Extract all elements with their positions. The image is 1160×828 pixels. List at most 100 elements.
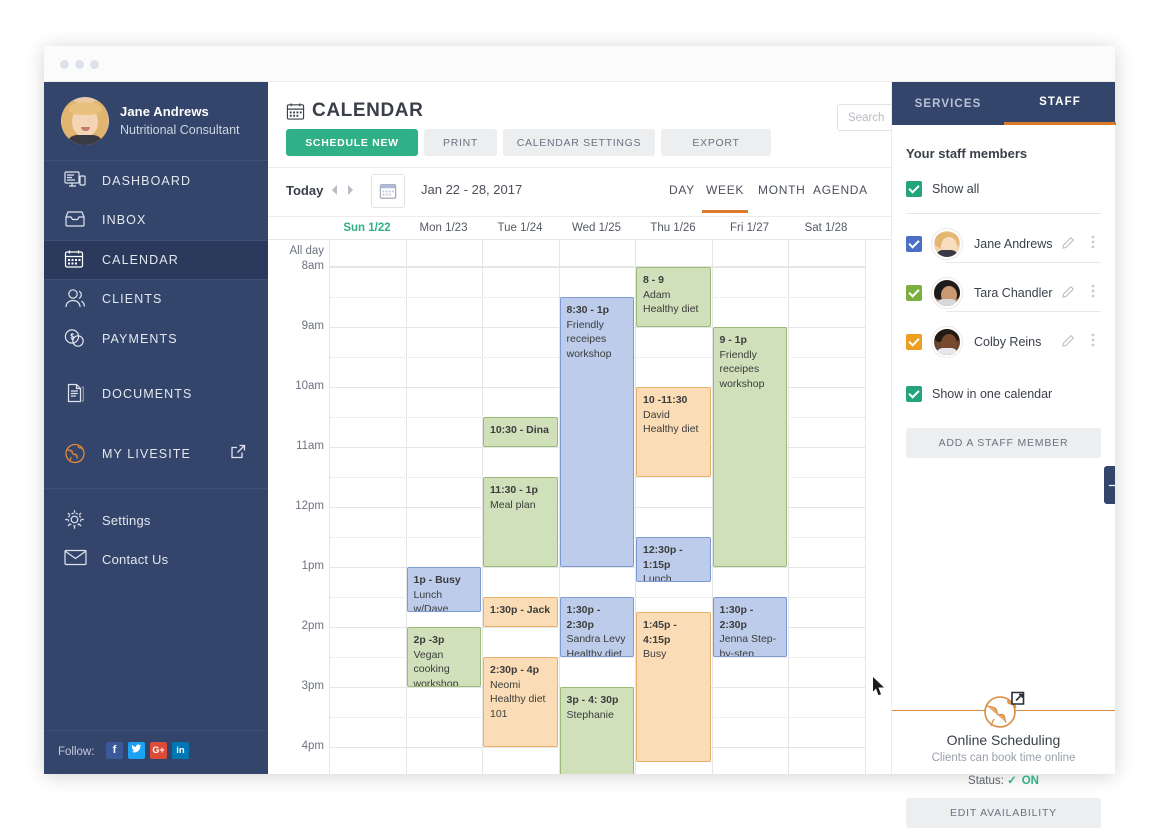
calendar-event[interactable]: 10:30 - Dina — [483, 417, 558, 447]
calendar-icon — [286, 102, 305, 126]
event-time: 8:30 - 1p — [566, 304, 610, 316]
calendar-event[interactable]: 10 -11:30 David Healthy diet — [636, 387, 711, 477]
view-tab-week[interactable]: WEEK — [701, 183, 749, 213]
time-label-3: 11am — [296, 440, 324, 452]
show-all-checkbox[interactable] — [906, 181, 922, 197]
staff-checkbox[interactable] — [906, 236, 922, 252]
today-button[interactable]: Today — [286, 183, 323, 198]
more-vertical-icon[interactable] — [1091, 234, 1095, 255]
pencil-icon[interactable] — [1062, 334, 1075, 352]
window-maximize-dot[interactable] — [90, 60, 99, 69]
payments-icon — [64, 328, 88, 350]
day-header-0[interactable]: Sun 1/22 — [329, 222, 405, 234]
left-sidebar: Jane Andrews Nutritional Consultant DASH… — [44, 82, 268, 774]
globe-icon — [64, 443, 88, 465]
event-title: Friendly receipes workshop — [719, 348, 765, 390]
show-one-calendar-row[interactable]: Show in one calendar — [906, 382, 1101, 406]
sidebar-item-payments[interactable]: PAYMENTS — [44, 319, 268, 359]
event-time: 2:30p - 4p — [490, 664, 540, 676]
show-all-row[interactable]: Show all — [906, 177, 1101, 201]
pencil-icon[interactable] — [1062, 285, 1075, 303]
sidebar-item-dashboard[interactable]: DASHBOARD — [44, 161, 268, 201]
window-close-dot[interactable] — [60, 60, 69, 69]
date-picker-button[interactable] — [371, 174, 405, 208]
chevron-right-icon[interactable] — [346, 183, 355, 201]
day-header-1[interactable]: Mon 1/23 — [406, 222, 482, 234]
all-day-row[interactable] — [329, 240, 865, 267]
pencil-icon[interactable] — [1062, 236, 1075, 254]
print-button[interactable]: PRINT — [424, 129, 497, 156]
event-time: 10:30 - Dina — [490, 424, 549, 436]
online-scheduling-promo: Online Scheduling Clients can book time … — [892, 670, 1115, 828]
day-header-2[interactable]: Tue 1/24 — [482, 222, 558, 234]
staff-checkbox[interactable] — [906, 285, 922, 301]
chevron-left-icon[interactable] — [330, 183, 339, 201]
sidebar-item-my-livesite[interactable]: MY LIVESITE — [44, 434, 268, 474]
tab-staff[interactable]: STAFF — [1004, 82, 1116, 125]
calendar-event[interactable]: 1:30p - 2:30p Sandra Levy Healthy diet — [559, 597, 634, 657]
mouse-pointer-icon — [872, 676, 886, 701]
staff-row-jane-andrews[interactable]: Jane Andrews — [906, 226, 1101, 262]
sidebar-item-settings[interactable]: Settings — [44, 501, 268, 541]
schedule-new-button[interactable]: SCHEDULE NEW — [286, 129, 418, 156]
staff-row-colby-reins[interactable]: Colby Reins — [906, 324, 1101, 360]
divider — [946, 262, 1101, 263]
staff-checkbox[interactable] — [906, 334, 922, 350]
event-time: 10 -11:30 — [643, 394, 688, 406]
calendar-event[interactable]: 1:30p - 2:30p Jenna Step-by-step — [712, 597, 787, 657]
more-vertical-icon[interactable] — [1091, 283, 1095, 304]
calendar-event[interactable]: 11:30 - 1p Meal plan — [483, 477, 558, 567]
google-plus-icon[interactable]: G+ — [150, 742, 167, 759]
add-staff-member-button[interactable]: ADD A STAFF MEMBER — [906, 428, 1101, 458]
calendar-event[interactable]: 8:30 - 1p Friendly receipes workshop — [559, 297, 634, 567]
sidebar-item-clients[interactable]: CLIENTS — [44, 280, 268, 320]
panel-toggle-button[interactable] — [1104, 466, 1115, 504]
dashboard-icon — [64, 170, 88, 192]
sidebar-item-contact-us[interactable]: Contact Us — [44, 540, 268, 580]
clients-icon — [64, 288, 88, 310]
more-vertical-icon[interactable] — [1091, 332, 1095, 353]
user-profile[interactable]: Jane Andrews Nutritional Consultant — [44, 82, 268, 161]
edit-availability-button[interactable]: EDIT AVAILABILITY — [906, 798, 1101, 828]
sidebar-item-inbox[interactable]: INBOX — [44, 201, 268, 241]
external-link-icon[interactable] — [231, 444, 246, 464]
tab-services[interactable]: SERVICES — [892, 82, 1004, 125]
day-header-6[interactable]: Sat 1/28 — [788, 222, 864, 234]
sidebar-item-documents[interactable]: DOCUMENTS — [44, 375, 268, 415]
calendar-event[interactable]: 12:30p - 1:15p Lunch — [636, 537, 711, 582]
calendar-event[interactable]: 9 - 1p Friendly receipes workshop — [712, 327, 787, 567]
calendar-event[interactable]: 2:30p - 4p Neomi Healthy diet 101 — [483, 657, 558, 747]
day-header-3[interactable]: Wed 1/25 — [559, 222, 635, 234]
facebook-icon[interactable]: f — [106, 742, 123, 759]
sidebar-item-calendar[interactable]: CALENDAR — [44, 240, 268, 280]
time-label-2: 10am — [295, 380, 324, 392]
divider — [946, 311, 1101, 312]
window-minimize-dot[interactable] — [75, 60, 84, 69]
view-tab-day[interactable]: DAY — [669, 183, 695, 197]
calendar-settings-button[interactable]: CALENDAR SETTINGS — [503, 129, 655, 156]
staff-name: Tara Chandler — [974, 286, 1053, 300]
all-day-label: All day — [289, 245, 324, 257]
day-header-5[interactable]: Fri 1/27 — [712, 222, 788, 234]
calendar-event[interactable]: 8 - 9 Adam Healthy diet — [636, 267, 711, 327]
staff-row-tara-chandler[interactable]: Tara Chandler — [906, 275, 1101, 311]
view-tab-month[interactable]: MONTH — [758, 183, 806, 197]
sidebar-divider — [44, 487, 268, 489]
calendar-event[interactable]: 1p - Busy Lunch w/Dave — [406, 567, 481, 612]
twitter-icon[interactable] — [128, 742, 145, 759]
event-title: Adam Healthy diet — [643, 288, 699, 316]
show-one-calendar-checkbox[interactable] — [906, 386, 922, 402]
linkedin-icon[interactable]: in — [172, 742, 189, 759]
calendar-event[interactable]: 3p - 4: 30p Stephanie — [559, 687, 634, 774]
event-time: 1:30p - 2:30p — [566, 604, 601, 631]
export-button[interactable]: EXPORT — [661, 129, 771, 156]
view-tab-agenda[interactable]: AGENDA — [813, 183, 868, 197]
day-header-4[interactable]: Thu 1/26 — [635, 222, 711, 234]
sidebar-item-label: INBOX — [102, 213, 147, 228]
profile-name: Jane Andrews — [120, 104, 209, 119]
calendar-event[interactable]: 1:30p - Jack — [483, 597, 558, 627]
day-divider — [405, 240, 407, 774]
calendar-event[interactable]: 1:45p - 4:15p Busy — [636, 612, 711, 762]
gear-icon — [64, 509, 88, 531]
calendar-event[interactable]: 2p -3p Vegan cooking workshop — [406, 627, 481, 687]
